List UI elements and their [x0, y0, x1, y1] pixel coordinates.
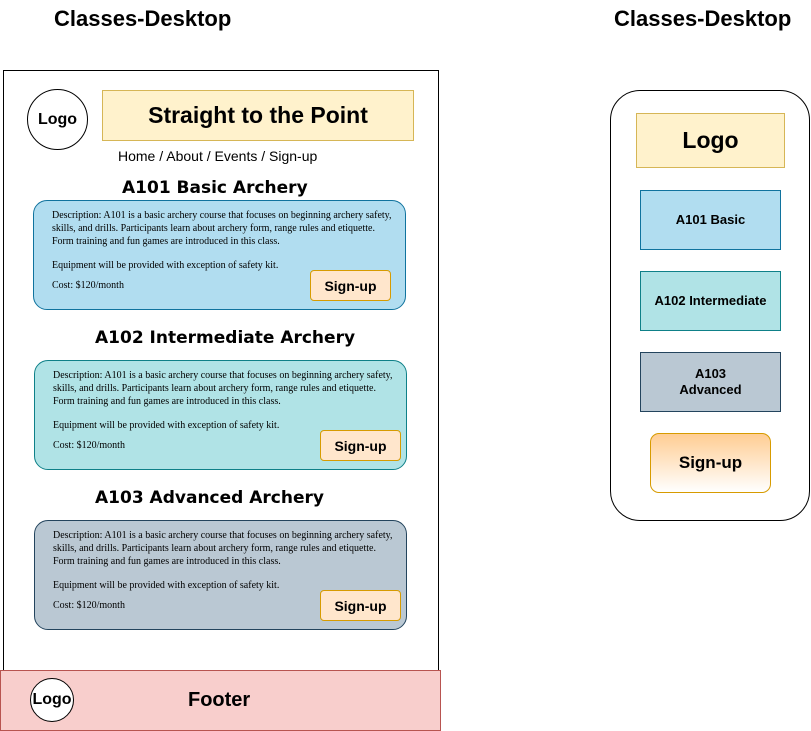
mobile-button-label: A103 [694, 366, 727, 381]
nav-separator: / [261, 148, 270, 164]
mobile-button-label: A101 Basic [675, 212, 746, 227]
course-cost: Cost: $120/month [53, 600, 125, 611]
mobile-mockup-title: Classes-Desktop [614, 6, 792, 31]
signup-button-a103[interactable]: Sign-up [320, 590, 401, 621]
signup-button-a102[interactable]: Sign-up [320, 430, 401, 461]
nav-link-about[interactable]: About [166, 148, 203, 164]
course-title-a102: A102 Intermediate Archery [95, 328, 356, 348]
course-cost: Cost: $120/month [53, 440, 125, 451]
course-title-a103: A103 Advanced Archery [95, 488, 324, 508]
header-logo[interactable]: Logo [27, 89, 88, 150]
header-title-banner: Straight to the Point [102, 90, 414, 141]
nav-link-events[interactable]: Events [215, 148, 258, 164]
nav-bar: Home / About / Events / Sign-up [118, 148, 317, 164]
signup-button-a101[interactable]: Sign-up [310, 270, 391, 301]
mobile-button-a103[interactable]: A103 Advanced [640, 352, 781, 412]
course-cost: Cost: $120/month [52, 280, 124, 291]
footer-label: Footer [188, 689, 251, 711]
course-description: Description: A101 is a basic archery cou… [52, 210, 392, 247]
course-description: Description: A101 is a basic archery cou… [53, 370, 393, 407]
nav-separator: / [206, 148, 215, 164]
nav-link-signup[interactable]: Sign-up [269, 148, 317, 164]
mobile-logo[interactable]: Logo [636, 113, 785, 168]
nav-link-home[interactable]: Home [118, 148, 155, 164]
mobile-button-a101[interactable]: A101 Basic [640, 190, 781, 250]
mobile-button-label: A102 Intermediate [654, 293, 767, 308]
footer-logo[interactable]: Logo [30, 678, 74, 722]
desktop-mockup-title: Classes-Desktop [54, 6, 232, 31]
course-title-a101: A101 Basic Archery [122, 178, 308, 198]
course-description: Description: A101 is a basic archery cou… [53, 530, 393, 567]
mobile-signup-button[interactable]: Sign-up [650, 433, 771, 493]
mobile-button-label-line2: Advanced [679, 382, 742, 397]
mobile-button-a102[interactable]: A102 Intermediate [640, 271, 781, 331]
